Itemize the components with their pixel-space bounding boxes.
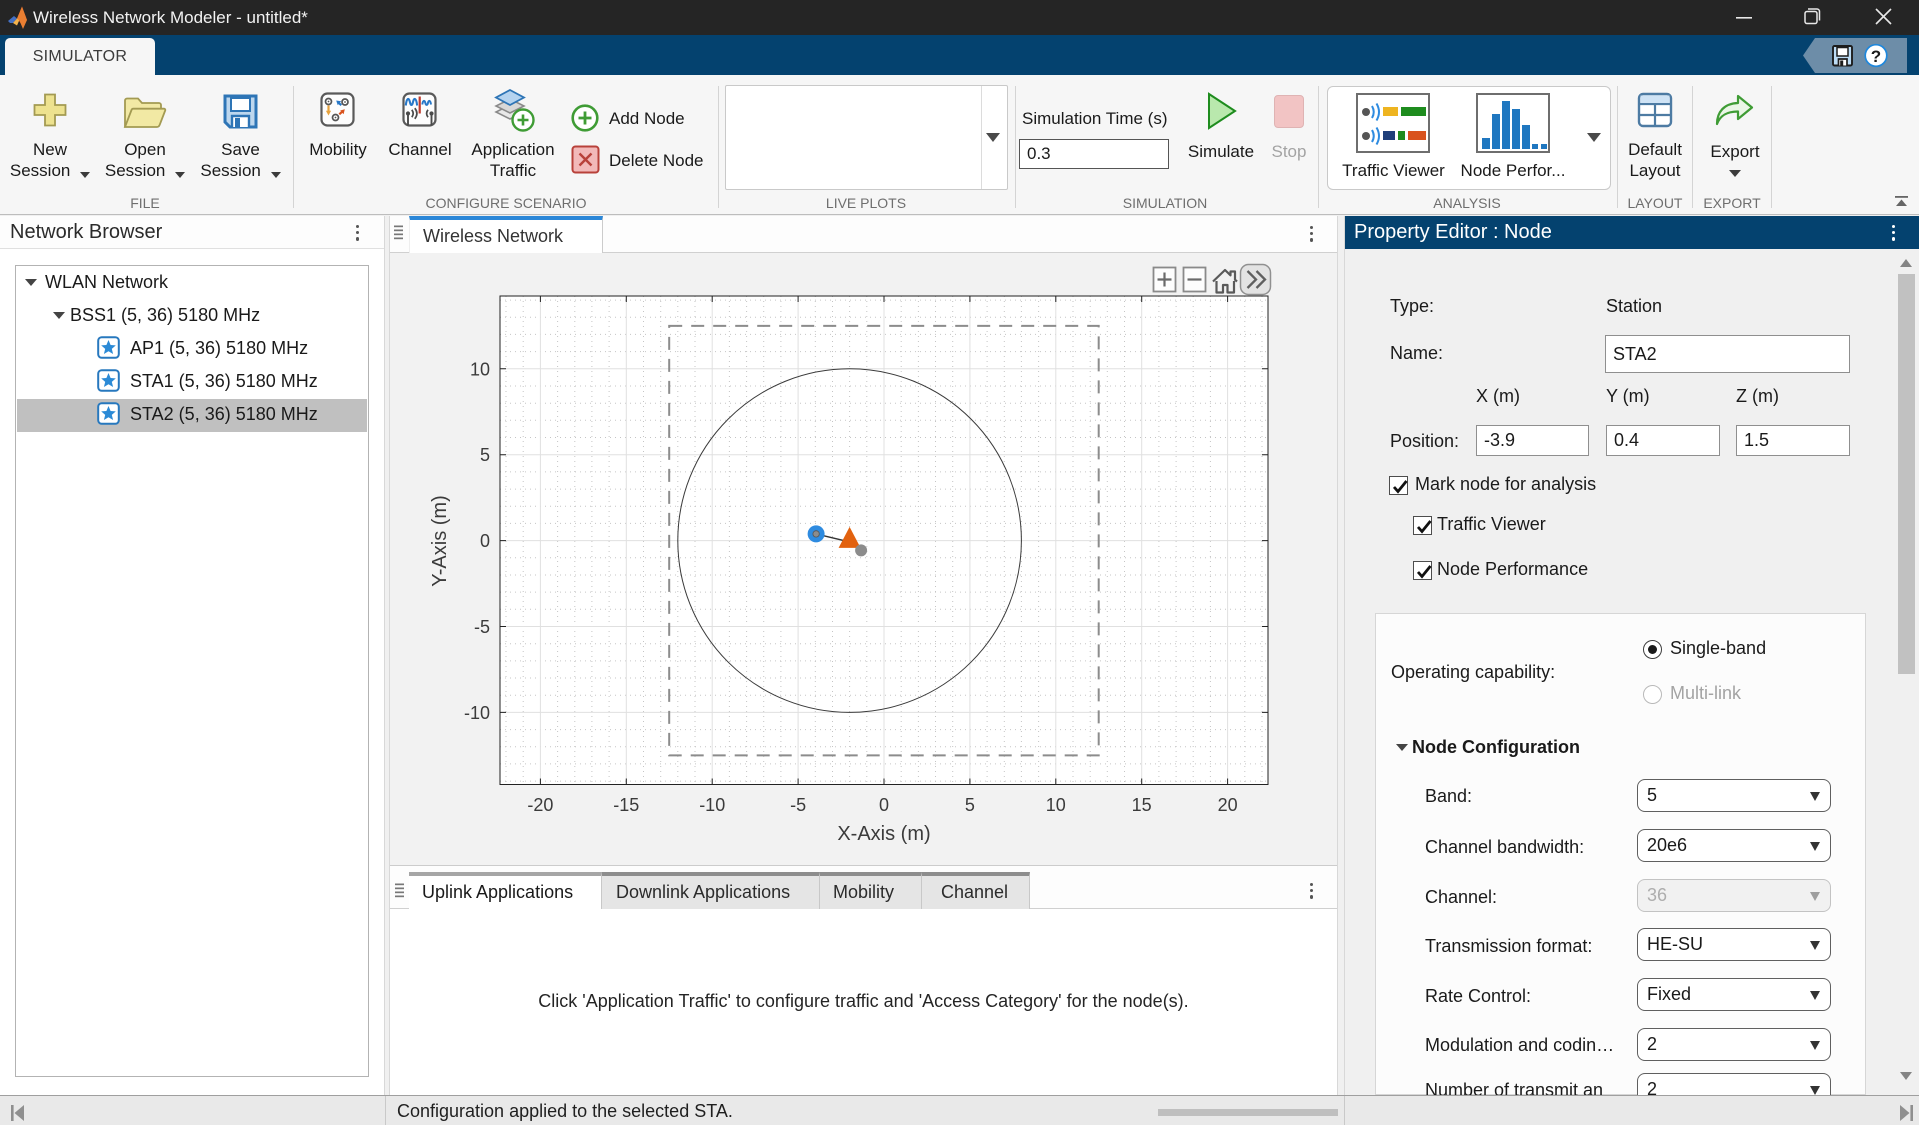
svg-text:-10: -10 <box>699 795 725 815</box>
svg-text:?: ? <box>1871 47 1881 66</box>
svg-text:5: 5 <box>480 445 490 465</box>
svg-text:-20: -20 <box>527 795 553 815</box>
svg-text:-15: -15 <box>613 795 639 815</box>
svg-text:-5: -5 <box>790 795 806 815</box>
svg-text:0: 0 <box>879 795 889 815</box>
svg-text:Y-Axis (m): Y-Axis (m) <box>429 495 451 586</box>
svg-text:0: 0 <box>480 531 490 551</box>
svg-text:10: 10 <box>1046 795 1066 815</box>
svg-text:-5: -5 <box>474 617 490 637</box>
svg-text:15: 15 <box>1132 795 1152 815</box>
svg-text:5: 5 <box>965 795 975 815</box>
svg-text:-10: -10 <box>464 703 490 723</box>
svg-text:X-Axis (m): X-Axis (m) <box>837 823 930 845</box>
svg-text:10: 10 <box>470 359 490 379</box>
svg-text:20: 20 <box>1218 795 1238 815</box>
